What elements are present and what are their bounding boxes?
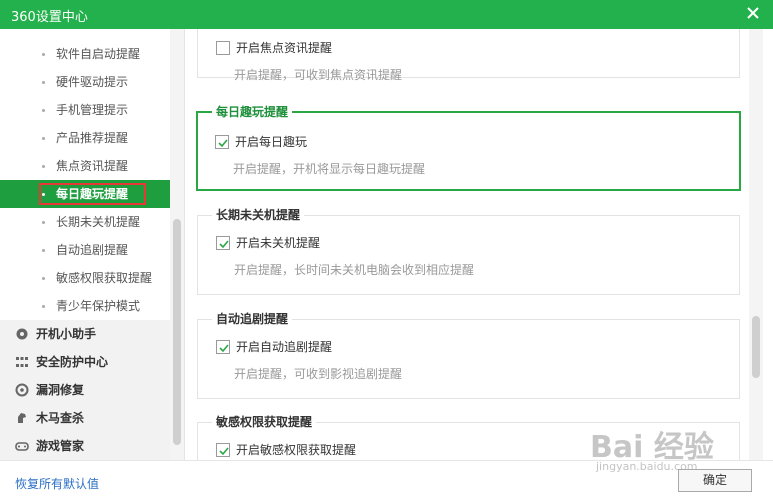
checkmark-icon [219, 344, 229, 353]
restore-defaults-link[interactable]: 恢复所有默认值 [15, 475, 99, 492]
sidebar-item-sensitive-permission[interactable]: 敏感权限获取提醒 [0, 264, 170, 292]
sidebar-item-label: 长期未关机提醒 [56, 215, 141, 229]
startup-gear-icon [16, 328, 28, 340]
group-description: 开启提醒，开机将显示每日趣玩提醒 [233, 162, 426, 176]
group-legend: 自动追剧提醒 [212, 311, 293, 327]
sidebar-category-startup-assistant[interactable]: 开机小助手 [0, 320, 170, 348]
sidebar-item-phone-manager[interactable]: 手机管理提示 [0, 96, 170, 124]
gamepad-icon [15, 442, 29, 451]
sidebar-item-software-autostart[interactable]: 软件自启动提醒 [0, 40, 170, 68]
sidebar-item-label: 自动追剧提醒 [56, 243, 129, 257]
checkmark-icon [219, 240, 229, 249]
checkbox-label: 开启敏感权限获取提醒 [236, 443, 357, 457]
group-auto-drama: 自动追剧提醒 开启自动追剧提醒 开启提醒，可收到影视追剧提醒 [197, 311, 740, 399]
trojan-icon [18, 413, 26, 423]
checkbox-label: 开启焦点资讯提醒 [236, 41, 333, 55]
category-label: 安全防护中心 [36, 355, 109, 369]
settings-content: 开启焦点资讯提醒 开启提醒，可收到焦点资讯提醒 每日趣玩提醒 开启每日趣玩 开启… [184, 29, 773, 460]
category-label: 漏洞修复 [36, 383, 85, 397]
divider [184, 29, 185, 460]
group-legend: 长期未关机提醒 [212, 207, 305, 223]
sidebar-category-security-center[interactable]: 安全防护中心 [0, 348, 170, 376]
sidebar-item-hardware-driver[interactable]: 硬件驱动提示 [0, 68, 170, 96]
category-label: 开机小助手 [36, 327, 97, 341]
bullet-icon [42, 221, 45, 224]
sidebar-item-label: 硬件驱动提示 [56, 75, 129, 89]
sidebar-item-auto-drama[interactable]: 自动追剧提醒 [0, 236, 170, 264]
sidebar-item-teen-mode[interactable]: 青少年保护模式 [0, 292, 170, 320]
group-daily-fun: 每日趣玩提醒 开启每日趣玩 开启提醒，开机将显示每日趣玩提醒 [196, 104, 741, 191]
checkbox-label: 开启未关机提醒 [236, 236, 321, 250]
sidebar-item-label: 敏感权限获取提醒 [56, 271, 153, 285]
sidebar-item-label: 每日趣玩提醒 [38, 183, 147, 205]
window-title: 360设置中心 [11, 10, 88, 25]
sidebar-item-label: 软件自启动提醒 [56, 47, 141, 61]
bullet-icon [42, 193, 45, 196]
bullet-icon [42, 109, 45, 112]
bullet-icon [42, 277, 45, 280]
sidebar-item-focus-news[interactable]: 焦点资讯提醒 [0, 152, 170, 180]
group-description: 开启提醒，可收到焦点资讯提醒 [234, 68, 403, 82]
sidebar-item-product-recommend[interactable]: 产品推荐提醒 [0, 124, 170, 152]
sidebar: 软件自启动提醒 硬件驱动提示 手机管理提示 产品推荐提醒 焦点资讯提醒 每日趣玩… [0, 29, 184, 460]
group-legend: 敏感权限获取提醒 [212, 414, 317, 430]
sidebar-category-game-manager[interactable]: 游戏管家 [0, 432, 170, 460]
bullet-icon [42, 53, 45, 56]
checkbox-label: 开启每日趣玩 [235, 135, 308, 149]
sidebar-item-label: 焦点资讯提醒 [56, 159, 129, 173]
group-long-uptime: 长期未关机提醒 开启未关机提醒 开启提醒，长时间未关机电脑会收到相应提醒 [197, 207, 740, 295]
bullet-icon [42, 165, 45, 168]
group-description: 开启提醒，长时间未关机电脑会收到相应提醒 [234, 263, 475, 277]
title-bar: 360设置中心 [0, 0, 773, 29]
sidebar-category-trojan-scan[interactable]: 木马查杀 [0, 404, 170, 432]
watermark-url: jingyan.baidu.com [596, 460, 698, 473]
bullet-icon [42, 81, 45, 84]
auto-drama-checkbox[interactable] [216, 340, 230, 354]
sidebar-category-vulnerability-fix[interactable]: 漏洞修复 [0, 376, 170, 404]
bullet-icon [42, 249, 45, 252]
shield-grid-icon [16, 357, 28, 367]
close-icon[interactable] [745, 5, 761, 21]
sidebar-item-label: 手机管理提示 [56, 103, 129, 117]
group-legend: 每日趣玩提醒 [212, 104, 293, 120]
bullet-icon [42, 305, 45, 308]
group-focus-news: 开启焦点资讯提醒 开启提醒，可收到焦点资讯提醒 [197, 29, 740, 82]
category-label: 游戏管家 [36, 439, 85, 453]
bullet-icon [42, 137, 45, 140]
checkmark-icon [218, 139, 228, 148]
checkbox-label: 开启自动追剧提醒 [236, 340, 333, 354]
sidebar-item-daily-fun[interactable]: 每日趣玩提醒 [0, 180, 170, 208]
sensitive-permission-checkbox[interactable] [216, 443, 230, 457]
sidebar-item-label: 产品推荐提醒 [56, 131, 129, 145]
long-uptime-checkbox[interactable] [216, 236, 230, 250]
focus-news-checkbox[interactable] [216, 41, 230, 55]
patch-icon [15, 383, 29, 397]
content-scrollbar[interactable] [749, 29, 763, 460]
checkmark-icon [219, 447, 229, 456]
category-label: 木马查杀 [36, 411, 85, 425]
sidebar-item-long-uptime[interactable]: 长期未关机提醒 [0, 208, 170, 236]
content-scroll-thumb[interactable] [752, 316, 760, 378]
group-description: 开启提醒，可收到影视追剧提醒 [234, 367, 403, 381]
daily-fun-checkbox[interactable] [215, 135, 229, 149]
sidebar-scroll-thumb[interactable] [173, 219, 181, 445]
sidebar-item-label: 青少年保护模式 [56, 299, 141, 313]
